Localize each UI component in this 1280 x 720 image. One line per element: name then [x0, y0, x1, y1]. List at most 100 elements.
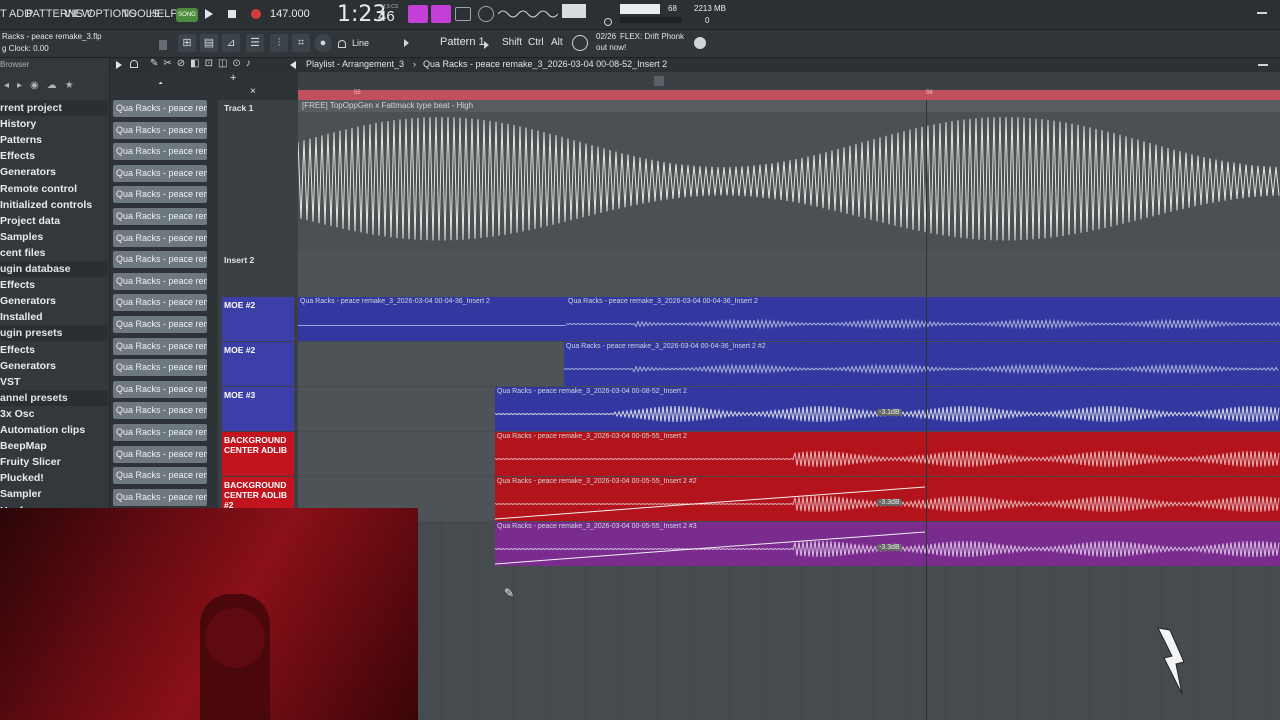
channel-picker-item[interactable]: Qua Racks - peace remak [113, 164, 207, 182]
audio-clip-moe-3[interactable]: Qua Racks - peace remake_3_2026-03-04 00… [495, 387, 1280, 431]
playlist-view-icon[interactable]: ⊞ [178, 34, 196, 52]
audio-clip-adlib-3[interactable]: Qua Racks - peace remake_3_2026-03-04 00… [495, 522, 1280, 566]
browser-item[interactable]: rrent project [0, 100, 108, 116]
snap-arrow-icon[interactable] [404, 39, 409, 47]
audio-clip-adlib-2[interactable]: Qua Racks - peace remake_3_2026-03-04 00… [495, 477, 1280, 521]
track-header-3[interactable]: MOE #2 [222, 297, 294, 341]
channel-picker-item[interactable]: Qua Racks - peace remak [113, 359, 207, 377]
scroll-thumb[interactable] [654, 76, 664, 86]
channel-picker-item[interactable]: Qua Racks - peace remak [113, 316, 207, 333]
channel-picker-item[interactable]: Qua Racks - peace remak [113, 380, 207, 398]
master-volume-icon[interactable] [562, 4, 586, 18]
track-header-5[interactable]: MOE #3 [222, 387, 294, 431]
browser-item[interactable]: Plucked! [0, 470, 108, 486]
track-lane-moe-3-empty[interactable] [298, 387, 495, 431]
channel-picker-item[interactable]: Qua Racks - peace remak [113, 229, 207, 247]
channel-picker-item[interactable]: Qua Racks - peace remake [113, 100, 207, 117]
browser-item[interactable]: Effects [0, 277, 108, 293]
channel-picker-item[interactable]: Qua Racks - peace remak [113, 251, 207, 269]
browser-item[interactable]: Effects [0, 342, 108, 358]
browser-item[interactable]: cent files [0, 245, 108, 261]
browser-item[interactable]: Generators [0, 293, 108, 309]
browser-item[interactable]: ugin database [0, 261, 108, 277]
close-track-icon[interactable]: × [250, 86, 256, 97]
trash-icon[interactable] [159, 40, 167, 50]
audio-clip-beat[interactable]: [FREE] TopOppGen x Fattmack type beat - … [298, 100, 1280, 252]
track-header-6[interactable]: BACKGROUND CENTER ADLIB [222, 432, 294, 476]
audio-clip-adlib[interactable]: Qua Racks - peace remake_3_2026-03-04 00… [495, 432, 1280, 476]
audio-clip-moe-2b[interactable]: Qua Racks - peace remake_3_2026-03-04 00… [566, 297, 1280, 341]
ctrl-key[interactable]: Ctrl [528, 37, 544, 48]
loop-record-icon[interactable] [455, 7, 471, 21]
channel-rack-icon[interactable]: ☰ [246, 34, 264, 52]
browser-item[interactable]: Effects [0, 148, 108, 164]
snap-selector[interactable]: Line [352, 38, 369, 48]
piano-roll-icon[interactable]: ▤ [200, 34, 218, 52]
tempo-display[interactable]: 147.000 [270, 8, 310, 20]
news-title[interactable]: FLEX: Drift Phonk [620, 32, 684, 41]
channel-picker-item[interactable]: Qua Racks - peace remak [113, 272, 207, 290]
pattern-selector[interactable]: Pattern 1 [440, 36, 485, 48]
track-lane-adlib-empty[interactable] [298, 432, 495, 476]
playlist-magnet-icon[interactable] [130, 60, 138, 68]
playlist-breadcrumb[interactable]: Playlist - Arrangement_3 [306, 59, 404, 69]
browser-item[interactable]: Fruity Slicer [0, 454, 108, 470]
track-lane-moe-2-empty[interactable] [298, 342, 564, 386]
browser-item[interactable]: Patterns [0, 132, 108, 148]
playlist-minimize-icon[interactable] [1258, 64, 1268, 66]
playlist-tools[interactable]: ✎✂⊘◧⊡◫⊙♪ [150, 58, 295, 72]
browser-item[interactable]: ugin presets [0, 325, 108, 342]
step-seq-icon[interactable]: ⊿ [222, 34, 240, 52]
channel-picker-item[interactable]: Qua Racks - peace remak [113, 445, 207, 463]
browser-item[interactable]: Automation clips [0, 422, 108, 438]
current-clip-name[interactable]: Qua Racks - peace remake_3_2026-03-04 00… [423, 59, 667, 69]
browser-item[interactable]: Samples [0, 229, 108, 245]
magnet-icon[interactable] [338, 40, 346, 48]
channel-picker-item[interactable]: Qua Racks - peace remak [113, 186, 207, 204]
wait-input-button[interactable] [431, 5, 451, 23]
alt-key[interactable]: Alt [551, 37, 563, 48]
song-mode-toggle[interactable]: SONG [176, 8, 198, 22]
plugin-picker-icon[interactable]: ⌗ [292, 34, 310, 52]
playlist-menu-icon[interactable] [116, 61, 122, 69]
browser-item[interactable]: annel presets [0, 389, 108, 406]
master-pitch-knob[interactable] [604, 18, 612, 26]
browser-item[interactable]: VST [0, 374, 108, 390]
channel-picker-item[interactable]: Qua Racks - peace remak [113, 208, 207, 225]
browser-item[interactable]: 3x Osc [0, 406, 108, 422]
browser-item[interactable]: History [0, 116, 108, 132]
channel-picker-item[interactable]: Qua Racks - peace remak [113, 402, 207, 420]
timeline-ruler[interactable]: 55 56 [298, 72, 1280, 100]
shift-key[interactable]: Shift [502, 37, 522, 48]
channel-picker-item[interactable]: Qua Racks - peace remak [113, 121, 207, 139]
channel-picker-item[interactable]: Qua Racks - peace remak [113, 143, 207, 161]
menu-help[interactable]: HELP [149, 8, 178, 20]
minimize-icon[interactable] [1257, 12, 1267, 14]
play-icon[interactable] [205, 9, 213, 19]
channel-picker-item[interactable]: Qua Racks - peace remak [113, 488, 207, 506]
channel-picker-item[interactable]: Qua Racks - peace remak [113, 467, 207, 485]
record-icon[interactable] [251, 9, 261, 19]
browser-item[interactable]: BeepMap [0, 438, 108, 454]
stop-icon[interactable] [228, 10, 236, 18]
channel-picker-item[interactable]: Qua Racks - peace remak [113, 294, 207, 312]
add-track-icon[interactable]: + [230, 72, 236, 84]
browser-item[interactable]: Sampler [0, 486, 108, 502]
metronome-button[interactable] [408, 5, 428, 23]
pattern-arrow-icon[interactable] [484, 41, 489, 49]
microphone-icon[interactable]: ● [314, 34, 332, 52]
browser-item[interactable]: Installed [0, 309, 108, 325]
browser-item[interactable]: Generators [0, 358, 108, 374]
browser-item[interactable]: Initialized controls [0, 197, 108, 213]
browser-item[interactable]: Project data [0, 213, 108, 229]
blend-notes-icon[interactable] [478, 6, 494, 22]
playlist-back-icon[interactable] [290, 61, 296, 69]
track-header-4[interactable]: MOE #2 [222, 342, 294, 386]
playlist-grid[interactable]: [FREE] TopOppGen x Fattmack type beat - … [298, 100, 1280, 720]
audio-clip-moe-2c[interactable]: Qua Racks - peace remake_3_2026-03-04 00… [564, 342, 1280, 386]
channel-picker-item[interactable]: Qua Racks - peace remak [113, 337, 207, 355]
track-header-2[interactable]: Insert 2 [222, 252, 294, 296]
mixer-icon[interactable]: ⫶ [270, 34, 288, 52]
audio-clip-moe-2a[interactable]: Qua Racks - peace remake_3_2026-03-04 00… [298, 297, 566, 341]
loop-region[interactable] [298, 90, 1280, 100]
